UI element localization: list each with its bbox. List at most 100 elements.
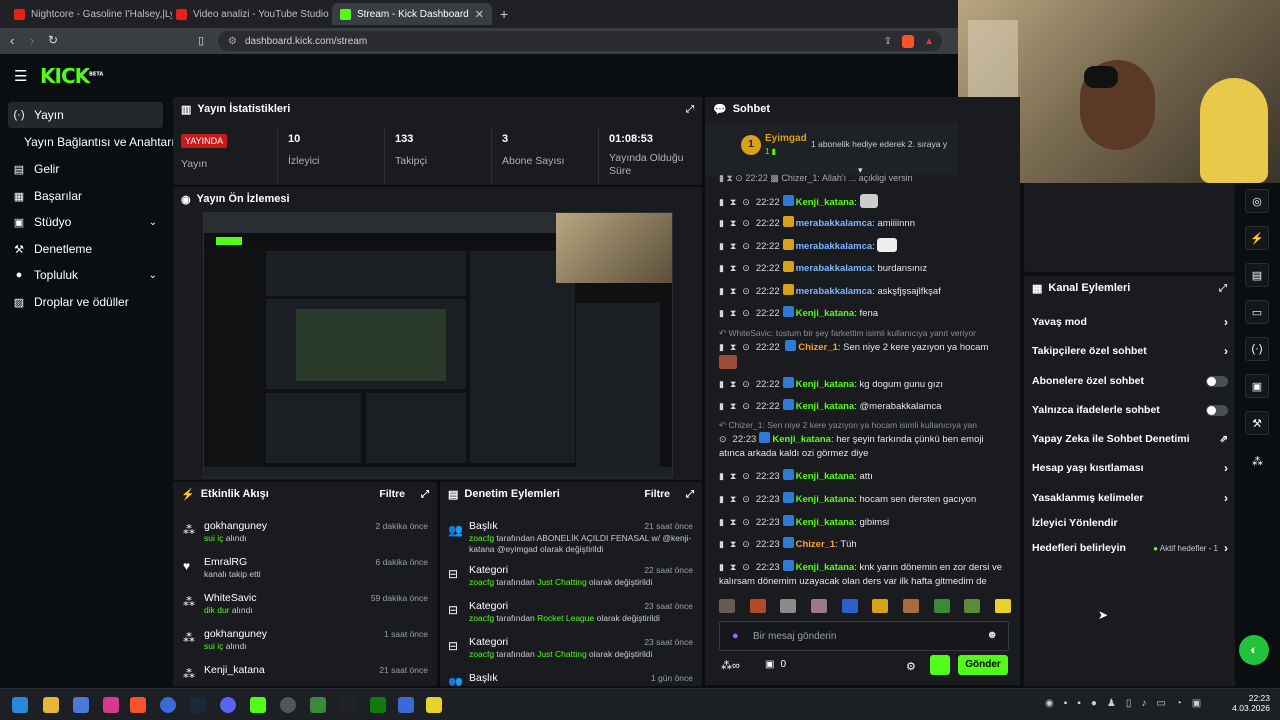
- timeout-icon[interactable]: ⧗: [730, 218, 736, 228]
- chat-user[interactable]: Kenji_katana: [796, 308, 855, 319]
- chat-user[interactable]: merabakkalamca: [796, 218, 873, 229]
- sidebar-item-studyo[interactable]: ▣ Stüdyo ⌄: [8, 209, 163, 235]
- ban-icon[interactable]: ⊙: [742, 494, 750, 504]
- pinned-user[interactable]: Eyimgad: [765, 133, 807, 144]
- timeout-icon[interactable]: ⧗: [730, 342, 736, 352]
- chat-user[interactable]: Kenji_katana: [772, 434, 831, 445]
- expand-icon[interactable]: ⤢: [686, 489, 694, 500]
- expand-icon[interactable]: ⤢: [686, 104, 694, 115]
- timeout-icon[interactable]: ⧗: [730, 517, 736, 527]
- camera-icon[interactable]: ◎: [1245, 189, 1269, 213]
- chat-icon[interactable]: ▭: [1245, 300, 1269, 324]
- activity-user[interactable]: EmralRG: [204, 556, 247, 568]
- mic-icon[interactable]: ●: [732, 630, 739, 642]
- chat-user[interactable]: Kenji_katana: [796, 401, 855, 412]
- browser-tab-kick-dashboard[interactable]: Stream - Kick Dashboard ✕: [332, 3, 492, 25]
- obs-icon[interactable]: [280, 697, 296, 713]
- instagram-icon[interactable]: [103, 697, 119, 713]
- timeout-icon[interactable]: ⧗: [730, 401, 736, 411]
- timeout-icon[interactable]: ⧗: [730, 263, 736, 273]
- emote-icon[interactable]: [841, 599, 858, 613]
- close-tab-icon[interactable]: ✕: [475, 8, 484, 21]
- share-icon[interactable]: ⇪: [884, 36, 892, 47]
- stream-preview-video[interactable]: [203, 212, 673, 478]
- delete-icon[interactable]: ▮: [719, 494, 724, 504]
- filter-button[interactable]: Filtre: [644, 488, 670, 500]
- back-icon[interactable]: ‹: [10, 33, 14, 48]
- steam-icon[interactable]: [190, 697, 206, 713]
- sidebar-item-droplar[interactable]: ▨ Droplar ve ödüller: [8, 289, 163, 315]
- system-tray-icons[interactable]: ◉▪▪●♟▯♪▭◔▣: [1045, 698, 1211, 709]
- delete-icon[interactable]: ▮: [719, 308, 724, 318]
- kick-logo[interactable]: KICKBETA: [40, 64, 103, 88]
- browser-tab-nightcore[interactable]: Nightcore - Gasoline I'Halsey,|Lyri: [6, 3, 172, 25]
- timeout-icon[interactable]: ⧗: [730, 241, 736, 251]
- activity-user[interactable]: gokhanguney: [204, 628, 267, 640]
- chat-input[interactable]: ● Bir mesaj gönderin ☻: [719, 621, 1009, 651]
- chat-user[interactable]: Chizer_1: [796, 539, 836, 550]
- kick-app-icon[interactable]: [250, 697, 266, 713]
- gift-counter[interactable]: ▣ 0: [765, 659, 786, 670]
- delete-icon[interactable]: ⊙: [719, 434, 727, 444]
- chat-user[interactable]: Chizer_1: [798, 342, 838, 353]
- brave-shield-icon[interactable]: [902, 34, 915, 48]
- chat-user[interactable]: Kenji_katana: [796, 517, 855, 528]
- menu-icon[interactable]: ☰: [14, 67, 27, 85]
- timeout-icon[interactable]: ⧗: [730, 494, 736, 504]
- emote-icon[interactable]: [810, 599, 827, 613]
- chat-user[interactable]: merabakkalamca: [796, 286, 873, 297]
- filter-button[interactable]: Filtre: [379, 488, 405, 500]
- app-icon[interactable]: [73, 697, 89, 713]
- chat-user[interactable]: merabakkalamca: [796, 241, 873, 252]
- ban-icon[interactable]: ⊙: [742, 197, 750, 207]
- mod-icon[interactable]: ▣: [1245, 374, 1269, 398]
- emote-icon[interactable]: [964, 599, 981, 613]
- emote-icon[interactable]: [749, 599, 766, 613]
- timeout-icon[interactable]: ⧗: [730, 286, 736, 296]
- emote-icon[interactable]: [872, 599, 889, 613]
- app-icon[interactable]: [426, 697, 442, 713]
- delete-icon[interactable]: ▮: [719, 539, 724, 549]
- timeout-icon[interactable]: ⧗: [730, 379, 736, 389]
- timeout-icon[interactable]: ⧗: [730, 308, 736, 318]
- subscribers-only-toggle[interactable]: [1206, 375, 1228, 387]
- sidebar-item-stream-key[interactable]: Yayın Bağlantısı ve Anahtarı: [8, 129, 175, 155]
- discord-icon[interactable]: [220, 697, 236, 713]
- kick-emote-icon[interactable]: [930, 655, 950, 675]
- site-info-icon[interactable]: ⚙: [228, 36, 237, 47]
- windows-start-icon[interactable]: [12, 697, 28, 713]
- ban-icon[interactable]: ⊙: [742, 517, 750, 527]
- emote-icon[interactable]: [902, 599, 919, 613]
- xbox-icon[interactable]: [370, 697, 386, 713]
- delete-icon[interactable]: ▮: [719, 241, 724, 251]
- new-tab-icon[interactable]: +: [500, 6, 508, 22]
- emote-icon[interactable]: [780, 599, 797, 613]
- lightning-icon[interactable]: ⚡: [1245, 226, 1269, 250]
- chat-user[interactable]: merabakkalamca: [796, 263, 873, 274]
- ban-icon[interactable]: ⊙: [742, 342, 750, 352]
- epic-games-icon[interactable]: [340, 697, 356, 713]
- ban-icon[interactable]: ⊙: [742, 401, 750, 411]
- reload-icon[interactable]: ↻: [48, 33, 58, 47]
- sidebar-item-topluluk[interactable]: ● Topluluk ⌄: [8, 262, 163, 288]
- file-explorer-icon[interactable]: [43, 697, 59, 713]
- browser-tab-youtube-studio[interactable]: Video analizi - YouTube Studio: [168, 3, 334, 25]
- ban-icon[interactable]: ⊙: [742, 241, 750, 251]
- host-item[interactable]: İzleyici Yönlendir: [1032, 513, 1228, 533]
- app-icon[interactable]: [160, 697, 176, 713]
- bookmark-icon[interactable]: ▯: [198, 34, 204, 47]
- emote-only-toggle[interactable]: [1206, 404, 1228, 416]
- forward-icon[interactable]: ›: [30, 33, 34, 48]
- ban-icon[interactable]: ⊙: [742, 379, 750, 389]
- delete-icon[interactable]: ▮: [719, 562, 724, 572]
- brave-browser-icon[interactable]: [130, 697, 146, 713]
- sidebar-item-basarilar[interactable]: ▦ Başarılar: [8, 183, 163, 209]
- delete-icon[interactable]: ▮: [719, 263, 724, 273]
- sidebar-item-denetleme[interactable]: ⚒ Denetleme: [8, 236, 163, 262]
- timeout-icon[interactable]: ⧗: [730, 197, 736, 207]
- banned-words-item[interactable]: Yasaklanmış kelimeler ›: [1032, 488, 1228, 508]
- send-button[interactable]: Gönder: [958, 655, 1008, 675]
- document-icon[interactable]: ▤: [1245, 263, 1269, 287]
- goals-item[interactable]: Hedefleri belirleyin ● Aktif hedefler - …: [1032, 538, 1228, 558]
- ban-icon[interactable]: ⊙: [742, 308, 750, 318]
